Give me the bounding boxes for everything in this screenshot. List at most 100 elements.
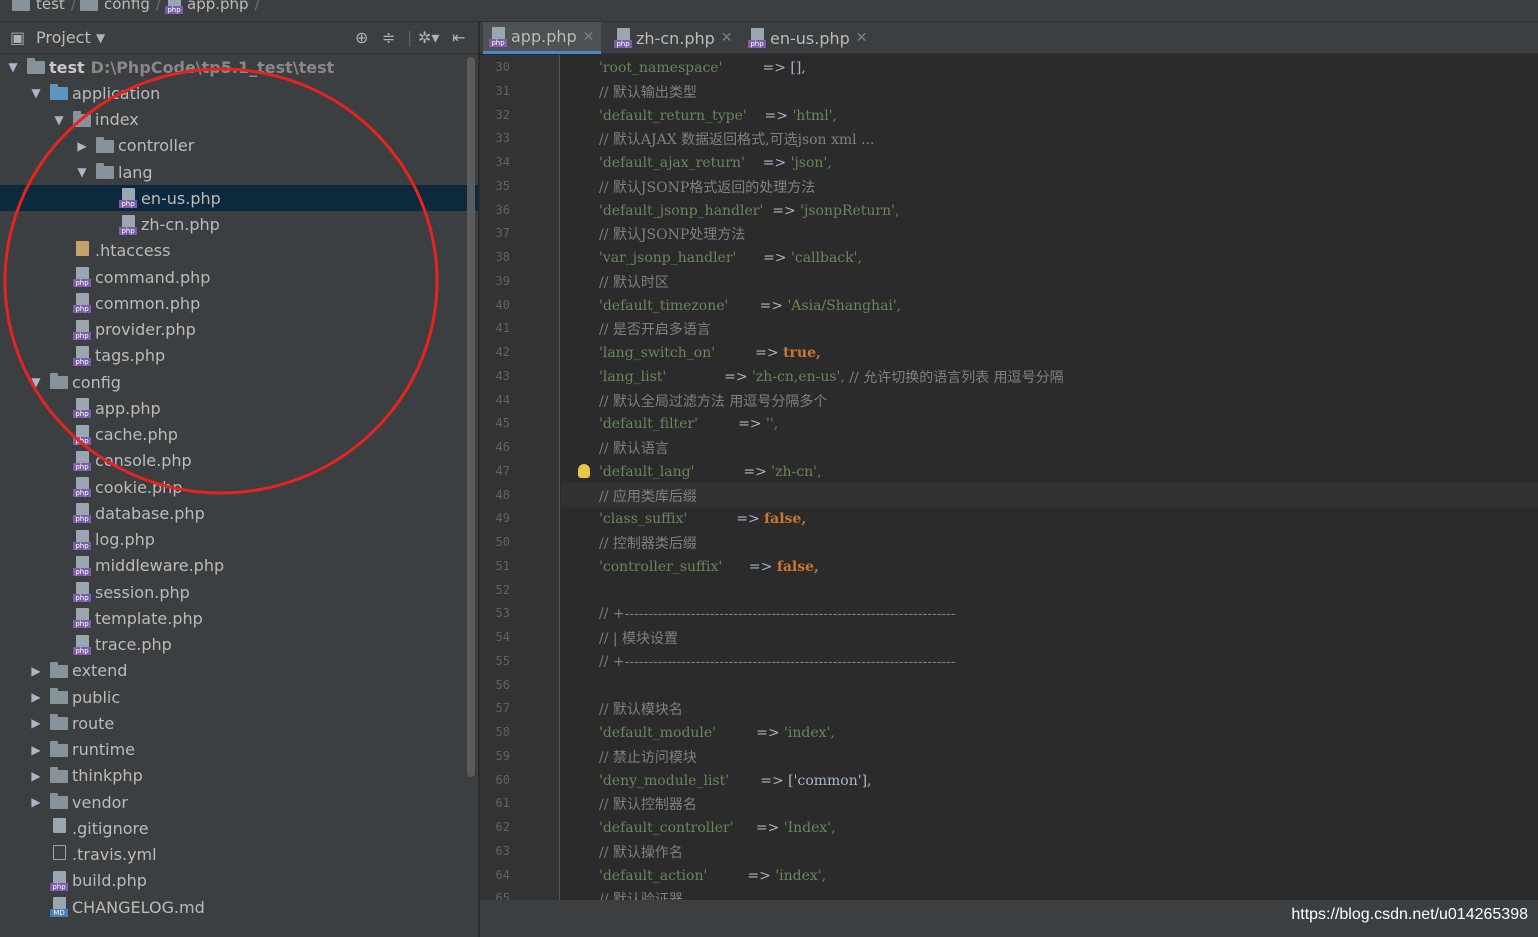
- tree-file-app-php[interactable]: php app.php: [0, 395, 478, 421]
- close-icon[interactable]: ✕: [721, 30, 733, 46]
- tree-file-cookie-php[interactable]: php cookie.php: [0, 474, 478, 500]
- collapsed-arrow-icon[interactable]: ▶: [29, 664, 43, 678]
- hide-panel-icon[interactable]: ⇤: [452, 28, 465, 47]
- code-line[interactable]: 'default_return_type' => 'html',: [599, 105, 837, 127]
- project-panel-title[interactable]: Project: [36, 28, 91, 47]
- project-view-icon[interactable]: ▣: [10, 28, 25, 47]
- tree-file-tags-php[interactable]: php tags.php: [0, 343, 478, 369]
- collapsed-arrow-icon[interactable]: ▶: [29, 743, 43, 757]
- tree-folder-lang[interactable]: ▼ lang: [0, 159, 478, 185]
- code-line[interactable]: 'default_jsonp_handler' => 'jsonpReturn'…: [599, 200, 899, 222]
- expanded-arrow-icon[interactable]: ▼: [75, 165, 89, 179]
- tree-item-text: controller: [118, 136, 195, 156]
- code-line[interactable]: 'root_namespace' => [],: [599, 57, 806, 79]
- code-line[interactable]: // 默认JSONP格式返回的处理方法: [599, 176, 815, 198]
- code-line[interactable]: 'default_filter' => '',: [599, 413, 778, 435]
- code-line[interactable]: 'default_timezone' => 'Asia/Shanghai',: [599, 295, 901, 317]
- code-line[interactable]: // | 模块设置: [599, 627, 678, 649]
- tree-file-htaccess[interactable]: .htaccess: [0, 238, 478, 264]
- code-editor[interactable]: 30 31 32 33 34 35 36 37 38 39 40 41 42 43 44 45 46 47 48 49…: [480, 55, 1538, 900]
- tree-folder-thinkphp[interactable]: ▶ thinkphp: [0, 763, 478, 789]
- expanded-arrow-icon[interactable]: ▼: [29, 86, 43, 100]
- tree-folder-vendor[interactable]: ▶ vendor: [0, 789, 478, 815]
- code-line[interactable]: 'var_jsonp_handler' => 'callback',: [599, 247, 862, 269]
- code-line[interactable]: // +------------------------------------…: [599, 651, 956, 673]
- tree-folder-public[interactable]: ▶ public: [0, 684, 478, 710]
- code-line[interactable]: // 默认语言: [599, 437, 669, 459]
- project-tree-scrollbar[interactable]: [467, 57, 475, 777]
- code-line[interactable]: 'lang_switch_on' => true,: [599, 342, 821, 364]
- code-line[interactable]: // 是否开启多语言: [599, 318, 711, 340]
- code-line[interactable]: 'deny_module_list' => ['common'],: [599, 770, 872, 792]
- code-line[interactable]: // 默认模块名: [599, 698, 683, 720]
- tree-file-log-php[interactable]: php log.php: [0, 527, 478, 553]
- lightbulb-icon[interactable]: [578, 463, 590, 478]
- expanded-arrow-icon[interactable]: ▼: [6, 60, 20, 74]
- code-line[interactable]: // 默认JSONP处理方法: [599, 223, 745, 245]
- code-line[interactable]: // 默认验证器: [599, 888, 683, 900]
- locate-file-icon[interactable]: ⊕: [355, 28, 368, 47]
- code-line[interactable]: 'default_lang' => 'zh-cn',: [599, 461, 821, 483]
- expanded-arrow-icon[interactable]: ▼: [29, 375, 43, 389]
- gear-icon[interactable]: ✲▾: [418, 28, 439, 47]
- tab-zh-cn-php[interactable]: php zh-cn.php ✕: [608, 22, 736, 54]
- code-line[interactable]: // 应用类库后缀: [599, 485, 697, 507]
- code-line[interactable]: 'lang_list' => 'zh-cn,en-us', // 允许切换的语言…: [599, 366, 1064, 388]
- tree-file-gitignore[interactable]: .gitignore: [0, 815, 478, 841]
- collapse-all-icon[interactable]: ≑: [382, 28, 395, 47]
- code-line[interactable]: // 控制器类后缀: [599, 532, 697, 554]
- expanded-arrow-icon[interactable]: ▼: [52, 113, 66, 127]
- tree-file-common-php[interactable]: php common.php: [0, 290, 478, 316]
- tree-folder-runtime[interactable]: ▶ runtime: [0, 737, 478, 763]
- tree-folder-test[interactable]: ▼ test D:\PhpCode\tp5.1_test\test: [0, 54, 478, 80]
- tree-folder-extend[interactable]: ▶ extend: [0, 658, 478, 684]
- code-line[interactable]: 'class_suffix' => false,: [599, 508, 806, 530]
- tree-file-middleware-php[interactable]: php middleware.php: [0, 553, 478, 579]
- code-line[interactable]: // 默认AJAX 数据返回格式,可选json xml ...: [599, 128, 874, 150]
- collapsed-arrow-icon[interactable]: ▶: [75, 139, 89, 153]
- code-line[interactable]: // 禁止访问模块: [599, 746, 697, 768]
- code-line[interactable]: // 默认时区: [599, 271, 669, 293]
- collapsed-arrow-icon[interactable]: ▶: [29, 795, 43, 809]
- breadcrumb-item[interactable]: test /: [12, 0, 76, 14]
- tree-file-trace-php[interactable]: php trace.php: [0, 632, 478, 658]
- tree-file-console-php[interactable]: php console.php: [0, 448, 478, 474]
- code-line[interactable]: // 默认操作名: [599, 841, 683, 863]
- code-line[interactable]: // +------------------------------------…: [599, 603, 956, 625]
- collapsed-arrow-icon[interactable]: ▶: [29, 690, 43, 704]
- tree-folder-index[interactable]: ▼ index: [0, 107, 478, 133]
- tree-folder-route[interactable]: ▶ route: [0, 710, 478, 736]
- tree-file-command-php[interactable]: php command.php: [0, 264, 478, 290]
- code-line[interactable]: // 默认输出类型: [599, 81, 697, 103]
- tree-file-build-php[interactable]: php build.php: [0, 868, 478, 894]
- close-icon[interactable]: ✕: [583, 29, 595, 45]
- tree-folder-config[interactable]: ▼ config: [0, 369, 478, 395]
- breadcrumb-item[interactable]: config /: [80, 0, 161, 14]
- code-line[interactable]: 'default_ajax_return' => 'json',: [599, 152, 832, 174]
- tree-file-database-php[interactable]: php database.php: [0, 500, 478, 526]
- close-icon[interactable]: ✕: [856, 30, 868, 46]
- code-line[interactable]: 'default_controller' => 'Index',: [599, 817, 836, 839]
- tree-file-template-php[interactable]: php template.php: [0, 605, 478, 631]
- collapsed-arrow-icon[interactable]: ▶: [29, 716, 43, 730]
- tab-app-php[interactable]: php app.php ✕: [483, 22, 601, 54]
- tree-file-session-php[interactable]: php session.php: [0, 579, 478, 605]
- tree-file-travis-yml[interactable]: .travis.yml: [0, 842, 478, 868]
- tree-file-en-us-php[interactable]: php en-us.php: [0, 185, 478, 212]
- code-line[interactable]: 'default_action' => 'index',: [599, 865, 826, 887]
- tree-folder-controller[interactable]: ▶ controller: [0, 133, 478, 159]
- tree-file-zh-cn-php[interactable]: php zh-cn.php: [0, 212, 478, 238]
- chevron-down-icon[interactable]: ▼: [96, 31, 105, 45]
- code-line[interactable]: 'controller_suffix' => false,: [599, 556, 819, 578]
- tree-file-provider-php[interactable]: php provider.php: [0, 317, 478, 343]
- tree-file-cache-php[interactable]: php cache.php: [0, 422, 478, 448]
- tree-file-CHANGELOG-md[interactable]: MD CHANGELOG.md: [0, 894, 478, 920]
- config-key: 'default_action': [599, 867, 708, 884]
- breadcrumb-item[interactable]: php app.php /: [165, 0, 260, 14]
- collapsed-arrow-icon[interactable]: ▶: [29, 769, 43, 783]
- tree-folder-application[interactable]: ▼ application: [0, 80, 478, 106]
- code-line[interactable]: // 默认全局过滤方法 用逗号分隔多个: [599, 390, 827, 412]
- code-line[interactable]: 'default_module' => 'index',: [599, 722, 835, 744]
- tab-en-us-php[interactable]: php en-us.php ✕: [742, 22, 872, 54]
- code-line[interactable]: // 默认控制器名: [599, 793, 697, 815]
